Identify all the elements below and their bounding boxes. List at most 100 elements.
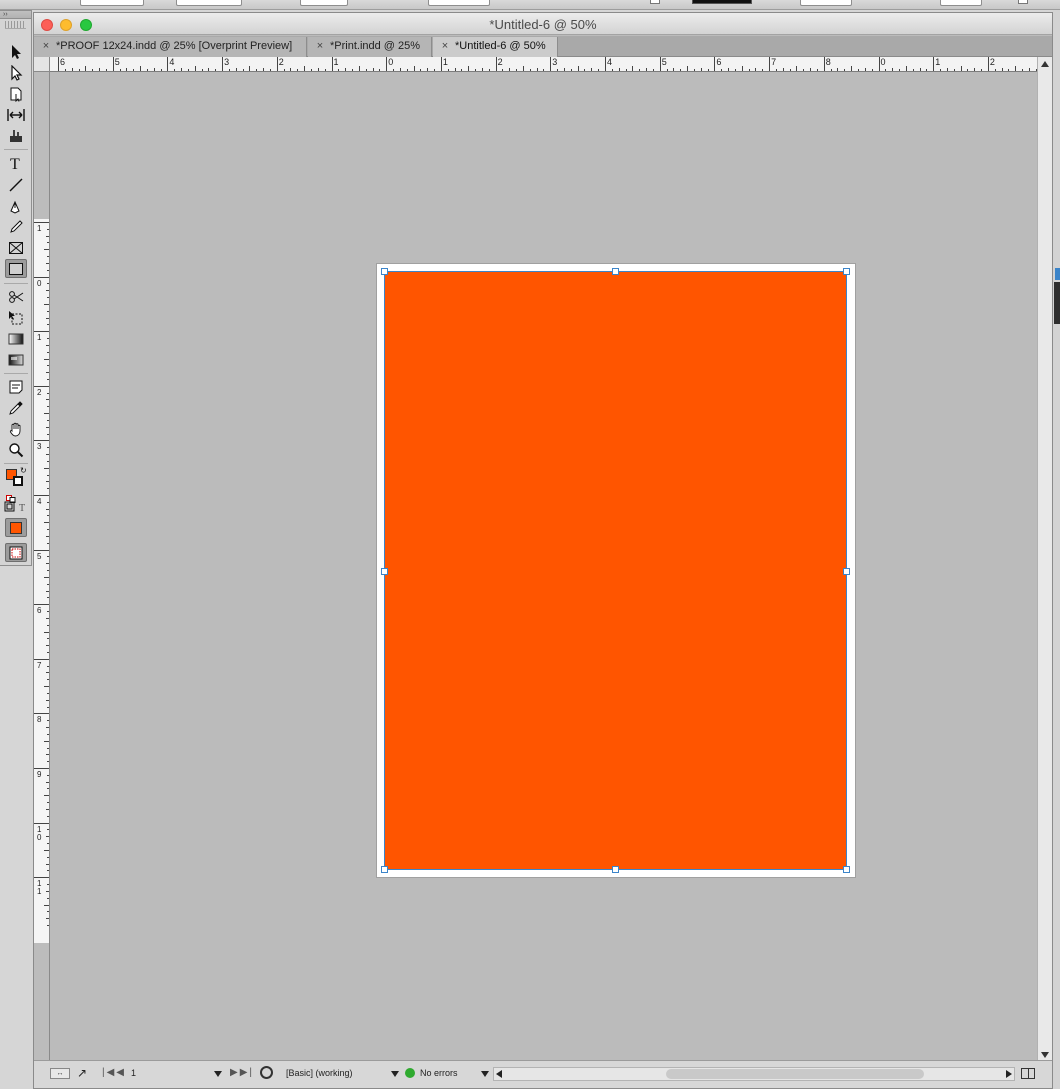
rectangle-frame-tool-icon[interactable] — [5, 238, 27, 257]
panel-tab[interactable] — [1055, 268, 1060, 280]
stroke-swatch[interactable] — [692, 0, 752, 4]
ruler-tick — [47, 310, 49, 312]
ruler-label: 1 — [935, 57, 941, 67]
document-page[interactable] — [377, 264, 855, 877]
open-page-icon[interactable]: ↗ — [77, 1066, 87, 1080]
ruler-tick — [687, 66, 689, 71]
ruler-tick — [44, 686, 49, 688]
preflight-errors-menu-arrow[interactable] — [481, 1071, 489, 1077]
tab-proof-12x24[interactable]: × *PROOF 12x24.indd @ 25% [Overprint Prev… — [34, 37, 307, 57]
resize-handle-left[interactable] — [381, 568, 388, 575]
preflight-icon[interactable] — [260, 1066, 273, 1079]
ruler-tick — [1008, 69, 1010, 71]
horizontal-scroll-thumb[interactable] — [666, 1069, 924, 1079]
content-collector-tool-icon[interactable] — [5, 126, 27, 145]
eyedropper-tool-icon[interactable] — [5, 398, 27, 417]
first-prev-page-icons[interactable]: |◀◀ — [102, 1067, 126, 1078]
selected-rectangle-frame[interactable] — [381, 268, 850, 873]
apply-color-icon[interactable] — [5, 518, 27, 537]
close-tab-icon[interactable]: × — [314, 37, 326, 56]
control-field[interactable] — [428, 0, 490, 6]
ruler-tick — [47, 747, 49, 749]
ruler-tick — [47, 733, 49, 735]
window-arrange-icon[interactable]: ↔ — [50, 1068, 70, 1079]
line-tool-icon[interactable] — [5, 175, 27, 194]
pen-tool-icon[interactable] — [5, 196, 27, 215]
selection-tool-icon[interactable] — [5, 42, 27, 61]
page-number-field[interactable]: 1 — [131, 1068, 136, 1078]
pencil-tool-icon[interactable] — [5, 217, 27, 236]
tools-panel-grip[interactable] — [5, 21, 26, 29]
tab-print[interactable]: × *Print.indd @ 25% — [308, 37, 432, 57]
horizontal-scrollbar[interactable] — [493, 1067, 1015, 1081]
gradient-swatch-tool-icon[interactable] — [5, 329, 27, 348]
control-field[interactable] — [176, 0, 242, 6]
hand-tool-icon[interactable] — [5, 419, 27, 438]
preflight-profile[interactable]: [Basic] (working) — [286, 1068, 353, 1078]
split-window-icon[interactable] — [1021, 1068, 1035, 1079]
formatting-affects-container-icon[interactable]: T — [4, 500, 30, 514]
control-field[interactable] — [800, 0, 852, 6]
close-tab-icon[interactable]: × — [439, 37, 451, 56]
ruler-tick — [673, 68, 675, 71]
swap-arrow-icon[interactable]: ↻ — [20, 466, 27, 475]
ruler-tick — [468, 66, 470, 71]
resize-handle-bottom-left[interactable] — [381, 866, 388, 873]
scroll-right-arrow[interactable] — [1006, 1070, 1012, 1078]
ruler-label: 11 — [37, 879, 42, 897]
ruler-origin[interactable] — [34, 57, 50, 72]
ruler-tick — [47, 556, 49, 558]
auto-fit-checkbox[interactable] — [1018, 0, 1028, 4]
stroke-swatch[interactable] — [13, 476, 23, 486]
ruler-tick — [187, 69, 189, 71]
resize-handle-bottom[interactable] — [612, 866, 619, 873]
resize-handle-top[interactable] — [612, 268, 619, 275]
direct-selection-tool-icon[interactable] — [5, 63, 27, 82]
horizontal-ruler[interactable]: 6 5 4 3 2 1 0 1 2 3 4 5 6 7 8 0 1 2 — [50, 57, 1038, 72]
ruler-tick — [331, 57, 333, 71]
next-last-page-icons[interactable]: ▶▶| — [230, 1067, 254, 1078]
control-field[interactable] — [300, 0, 348, 6]
resize-handle-right[interactable] — [843, 568, 850, 575]
control-panel — [0, 0, 1060, 10]
resize-handle-top-left[interactable] — [381, 268, 388, 275]
window-titlebar[interactable]: *Untitled-6 @ 50% — [34, 13, 1052, 35]
tab-label: *Print.indd @ 25% — [330, 40, 421, 52]
page-menu-arrow[interactable] — [214, 1071, 222, 1077]
type-tool-icon[interactable]: T — [5, 153, 27, 172]
page-tool-icon[interactable] — [5, 84, 27, 103]
free-transform-tool-icon[interactable] — [5, 308, 27, 327]
vertical-scrollbar[interactable] — [1037, 57, 1052, 1062]
ruler-tick — [47, 720, 49, 722]
control-field[interactable] — [80, 0, 144, 6]
note-tool-icon[interactable] — [5, 377, 27, 396]
ruler-tick — [721, 69, 723, 71]
vertical-ruler[interactable]: 1 0 1 2 3 4 5 6 7 8 9 10 11 — [34, 72, 50, 1062]
ruler-tick — [47, 228, 49, 230]
pasteboard[interactable] — [51, 73, 1038, 1062]
preflight-menu-arrow[interactable] — [391, 1071, 399, 1077]
zoom-tool-icon[interactable] — [5, 440, 27, 459]
scroll-down-arrow[interactable] — [1041, 1052, 1049, 1058]
rectangle-tool-icon[interactable] — [5, 259, 27, 278]
scroll-left-arrow[interactable] — [496, 1070, 502, 1078]
fill-stroke-proxy[interactable]: ↻ — [5, 466, 29, 488]
tools-panel-header[interactable]: ›› — [0, 11, 31, 19]
gradient-feather-tool-icon[interactable] — [5, 350, 27, 369]
ruler-tick — [481, 68, 483, 71]
ruler-tick — [92, 69, 94, 71]
gap-tool-icon[interactable] — [5, 105, 27, 124]
default-fill-stroke-icon[interactable] — [6, 490, 16, 503]
control-checkbox[interactable] — [650, 0, 660, 4]
ruler-label: 6 — [60, 57, 66, 67]
scroll-up-arrow[interactable] — [1041, 61, 1049, 67]
normal-view-mode-icon[interactable] — [5, 543, 27, 562]
resize-handle-bottom-right[interactable] — [843, 866, 850, 873]
control-field[interactable] — [940, 0, 982, 6]
ruler-tick — [502, 69, 504, 71]
scissors-tool-icon[interactable] — [5, 287, 27, 306]
ruler-tick — [46, 454, 49, 456]
resize-handle-top-right[interactable] — [843, 268, 850, 275]
close-tab-icon[interactable]: × — [40, 37, 52, 56]
tab-untitled-6[interactable]: × *Untitled-6 @ 50% — [433, 37, 558, 57]
